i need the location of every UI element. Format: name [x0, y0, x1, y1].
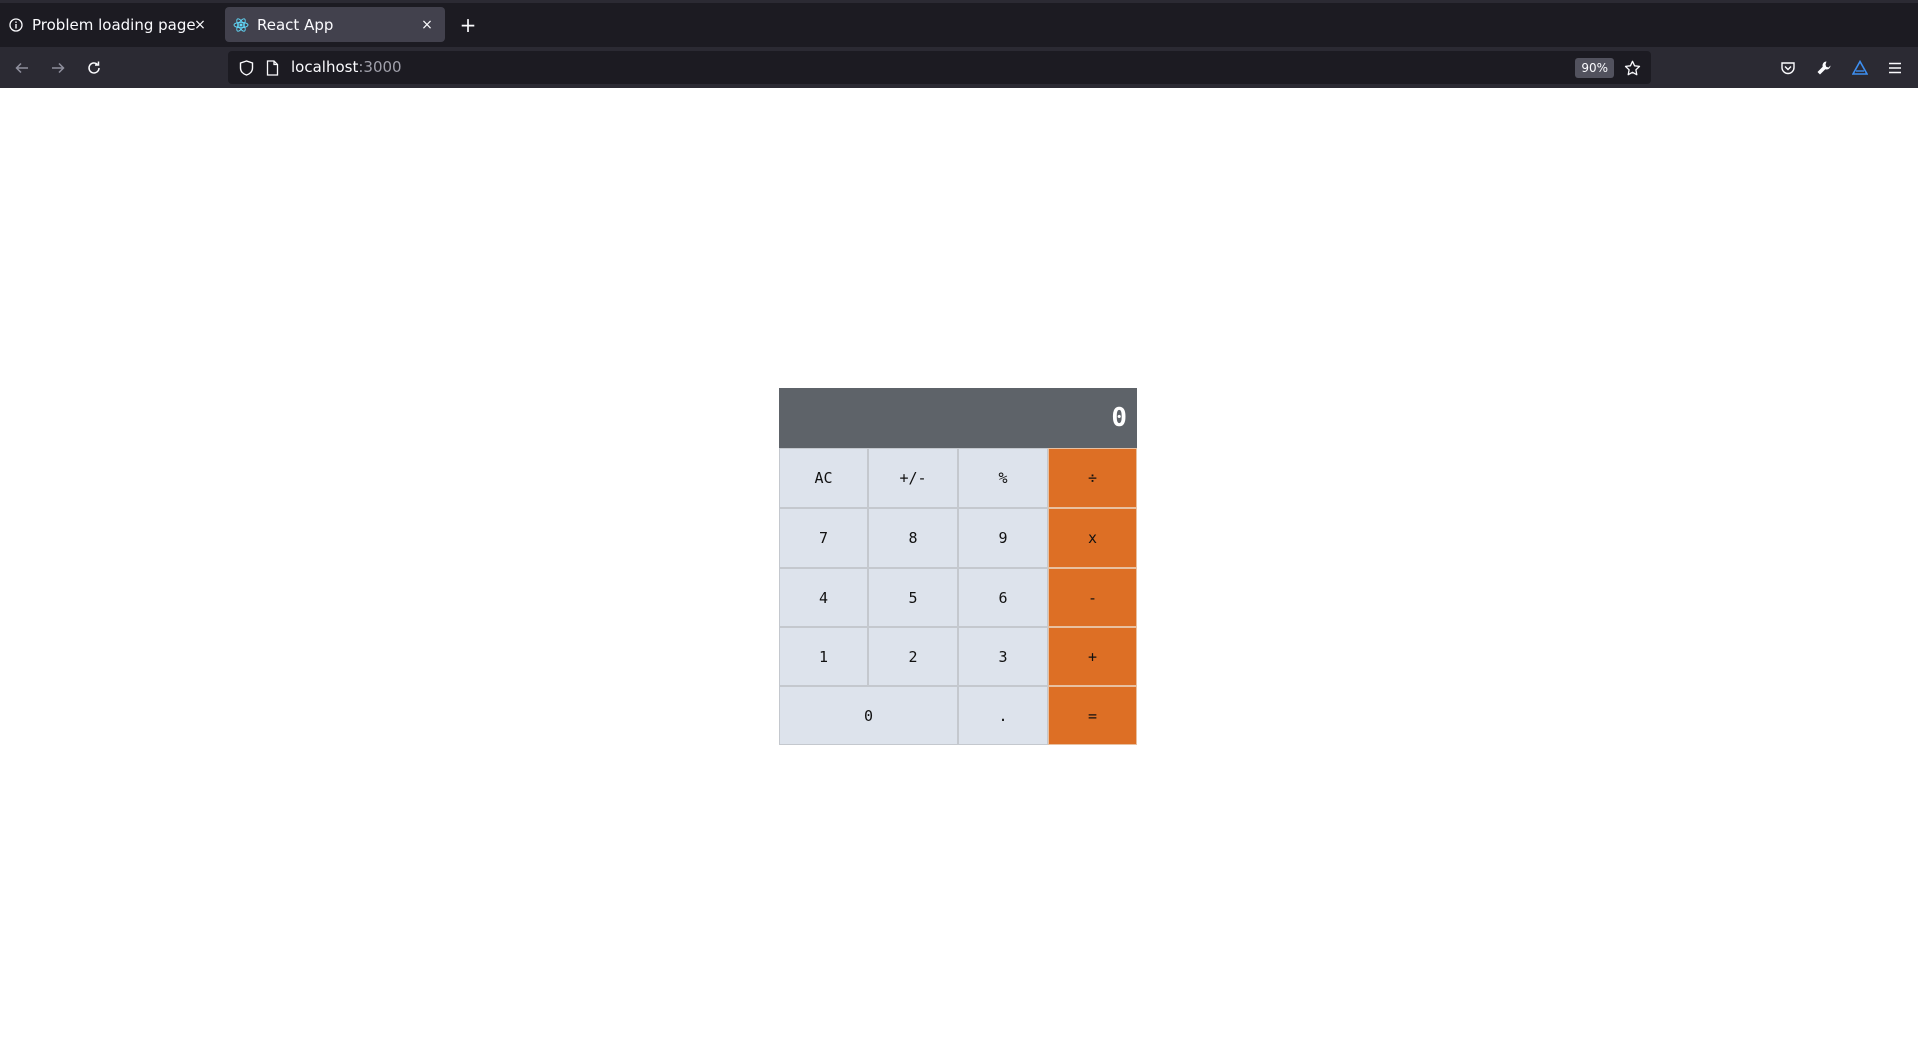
digit-1-button[interactable]: 1: [779, 627, 868, 686]
calculator: 0 AC +/- % ÷ 7 8 9 x 4 5 6 - 1 2 3 + 0 .…: [779, 388, 1137, 745]
react-icon: [233, 17, 249, 33]
all-clear-button[interactable]: AC: [779, 448, 868, 508]
extension-triangle-icon[interactable]: [1849, 57, 1871, 79]
digit-2-button[interactable]: 2: [868, 627, 958, 686]
info-icon: [8, 17, 24, 33]
hamburger-menu-icon[interactable]: [1884, 57, 1906, 79]
subtract-button[interactable]: -: [1048, 568, 1137, 627]
calculator-display: 0: [779, 388, 1137, 448]
digit-4-button[interactable]: 4: [779, 568, 868, 627]
calculator-keypad: AC +/- % ÷ 7 8 9 x 4 5 6 - 1 2 3 + 0 . =: [779, 448, 1137, 745]
digit-9-button[interactable]: 9: [958, 508, 1048, 568]
decimal-button[interactable]: .: [958, 686, 1048, 745]
multiply-button[interactable]: x: [1048, 508, 1137, 568]
page-content: 0 AC +/- % ÷ 7 8 9 x 4 5 6 - 1 2 3 + 0 .…: [0, 88, 1918, 1046]
digit-0-button[interactable]: 0: [779, 686, 958, 745]
digit-6-button[interactable]: 6: [958, 568, 1048, 627]
equals-button[interactable]: =: [1048, 686, 1137, 745]
forward-arrow-icon: [52, 62, 65, 74]
digit-3-button[interactable]: 3: [958, 627, 1048, 686]
navigation-toolbar: localhost:3000 90%: [0, 47, 1918, 88]
url-text[interactable]: localhost:3000: [291, 58, 402, 76]
new-tab-button[interactable]: +: [456, 13, 480, 37]
tab-label: Problem loading page: [32, 15, 196, 34]
add-button[interactable]: +: [1048, 627, 1137, 686]
address-bar[interactable]: localhost:3000 90%: [228, 51, 1651, 84]
page-info-icon[interactable]: [262, 58, 282, 78]
close-tab-icon[interactable]: ×: [417, 15, 437, 35]
reload-button[interactable]: [81, 55, 107, 81]
back-arrow-icon: [15, 62, 28, 74]
toggle-sign-button[interactable]: +/-: [868, 448, 958, 508]
forward-button[interactable]: [45, 55, 71, 81]
chrome-top-line: [0, 0, 1918, 3]
url-port: :3000: [358, 58, 402, 76]
divide-button[interactable]: ÷: [1048, 448, 1137, 508]
bookmark-star-icon[interactable]: [1621, 57, 1643, 79]
zoom-level-badge[interactable]: 90%: [1575, 58, 1614, 78]
digit-8-button[interactable]: 8: [868, 508, 958, 568]
back-button[interactable]: [9, 55, 35, 81]
wrench-icon[interactable]: [1813, 57, 1835, 79]
tab-label: React App: [257, 15, 334, 34]
percent-button[interactable]: %: [958, 448, 1048, 508]
browser-chrome: Problem loading page × React App × + loc…: [0, 0, 1918, 88]
digit-7-button[interactable]: 7: [779, 508, 868, 568]
tracking-shield-icon[interactable]: [236, 58, 256, 78]
digit-5-button[interactable]: 5: [868, 568, 958, 627]
tab-react-app[interactable]: React App ×: [225, 7, 445, 42]
tab-problem-loading[interactable]: Problem loading page ×: [0, 7, 218, 42]
url-host: localhost: [291, 58, 359, 76]
pocket-icon[interactable]: [1777, 57, 1799, 79]
reload-icon: [88, 61, 100, 74]
close-tab-icon[interactable]: ×: [190, 15, 210, 35]
